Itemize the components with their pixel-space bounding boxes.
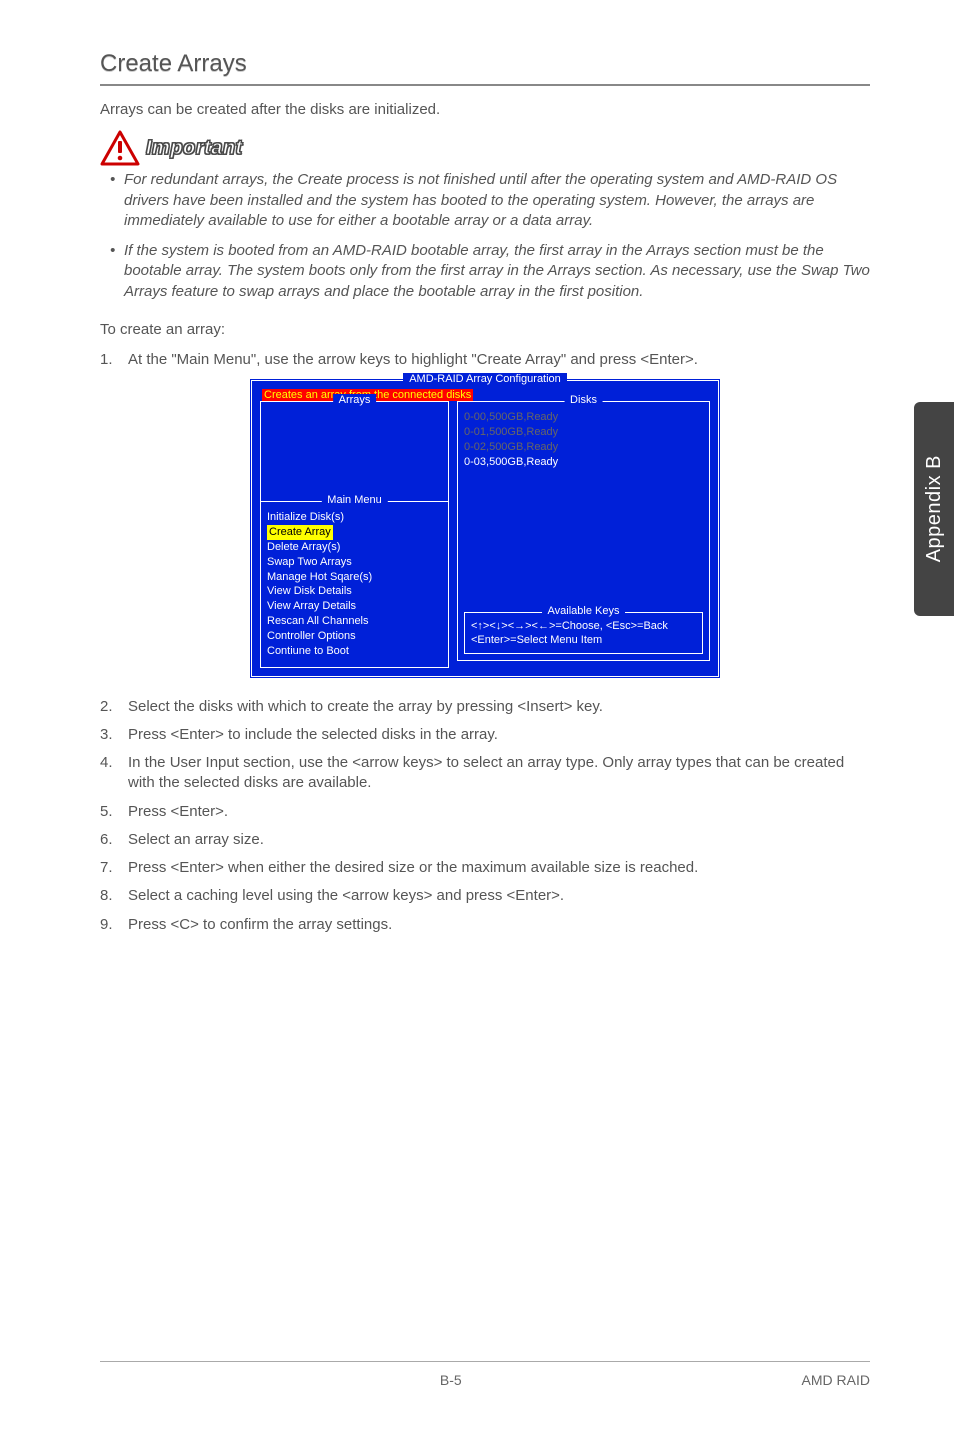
- important-bullet: For redundant arrays, the Create process…: [110, 170, 870, 231]
- bios-arrays-label: Arrays: [333, 394, 377, 406]
- bios-arrays-box: Arrays: [260, 401, 449, 501]
- side-tab: Appendix B: [914, 402, 954, 616]
- bios-disks-label: Disks: [564, 394, 603, 406]
- bios-disks-box: Disks 0-00,500GB,Ready0-01,500GB,Ready0-…: [457, 401, 710, 661]
- bios-menu-item: Create Array: [267, 525, 442, 540]
- bios-title: AMD-RAID Array Configuration: [260, 373, 710, 385]
- step-item: Select a caching level using the <arrow …: [100, 886, 870, 906]
- step-item: Select the disks with which to create th…: [100, 697, 870, 717]
- footer-page-number: B-5: [440, 1372, 462, 1388]
- bios-menu-item: Delete Array(s): [267, 540, 442, 555]
- bios-menu-item: Controller Options: [267, 629, 442, 644]
- important-callout: Important: [100, 130, 870, 166]
- intro-text: Arrays can be created after the disks ar…: [100, 100, 870, 120]
- bios-menu-item: View Disk Details: [267, 584, 442, 599]
- bios-menu-item: Contiune to Boot: [267, 644, 442, 659]
- step-item: In the User Input section, use the <arro…: [100, 753, 870, 794]
- steps-list: At the "Main Menu", use the arrow keys t…: [100, 350, 870, 370]
- side-tab-label: Appendix B: [923, 455, 946, 562]
- bios-main-menu-label: Main Menu: [321, 494, 387, 506]
- footer-section-label: AMD RAID: [802, 1372, 870, 1388]
- bios-available-keys-label: Available Keys: [542, 605, 626, 617]
- bios-main-menu-box: Main Menu Initialize Disk(s)Create Array…: [260, 501, 449, 667]
- step-item: Select an array size.: [100, 830, 870, 850]
- bios-disk-line: 0-03,500GB,Ready: [464, 455, 703, 470]
- important-bullets: For redundant arrays, the Create process…: [100, 170, 870, 302]
- important-label: Important: [146, 137, 243, 160]
- bios-disk-line: 0-02,500GB,Ready: [464, 440, 703, 455]
- steps-list-cont: Select the disks with which to create th…: [100, 697, 870, 935]
- bios-menu-item: Rescan All Channels: [267, 614, 442, 629]
- bios-menu-item: Initialize Disk(s): [267, 510, 442, 525]
- bios-disk-line: 0-00,500GB,Ready: [464, 410, 703, 425]
- step-item: Press <C> to confirm the array settings.: [100, 915, 870, 935]
- step-item: Press <Enter> when either the desired si…: [100, 858, 870, 878]
- bios-menu-item: Manage Hot Sqare(s): [267, 570, 442, 585]
- to-create-label: To create an array:: [100, 320, 870, 340]
- step-item: Press <Enter> to include the selected di…: [100, 725, 870, 745]
- section-heading: Create Arrays: [100, 50, 870, 86]
- step-item: Press <Enter>.: [100, 802, 870, 822]
- bios-available-keys-box: Available Keys <↑><↓><→><←>=Choose, <Esc…: [464, 612, 703, 655]
- warning-icon: [100, 130, 140, 166]
- bios-disk-line: 0-01,500GB,Ready: [464, 425, 703, 440]
- step-item: At the "Main Menu", use the arrow keys t…: [100, 350, 870, 370]
- page-footer: B-5 AMD RAID: [100, 1361, 870, 1388]
- bios-menu-item: View Array Details: [267, 599, 442, 614]
- bios-avail-line: <↑><↓><→><←>=Choose, <Esc>=Back: [471, 619, 696, 633]
- bios-panel: AMD-RAID Array Configuration Creates an …: [249, 378, 721, 678]
- bios-avail-line: <Enter>=Select Menu Item: [471, 633, 696, 647]
- important-bullet: If the system is booted from an AMD-RAID…: [110, 241, 870, 302]
- bios-menu-item: Swap Two Arrays: [267, 555, 442, 570]
